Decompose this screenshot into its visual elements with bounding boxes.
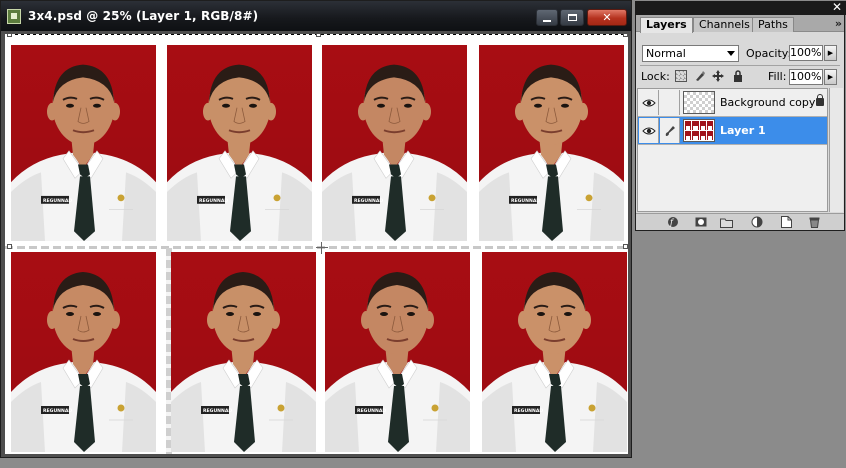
transform-handle[interactable]	[316, 34, 321, 37]
svg-text:REGUNNAD: REGUNNAD	[357, 408, 386, 414]
passport-photo: REGUNNAD	[325, 252, 470, 452]
layer-row-layer-1[interactable]: Layer 1	[638, 117, 827, 145]
fill-input[interactable]: 100%	[789, 69, 823, 85]
layer-list-scrollbar[interactable]	[829, 88, 843, 212]
layer-link-cell[interactable]	[660, 118, 680, 143]
brush-icon	[665, 125, 675, 136]
passport-photo: REGUNNAD	[167, 45, 312, 241]
layer-thumbnail	[683, 119, 715, 142]
new-layer-icon[interactable]	[780, 216, 793, 228]
person-portrait: REGUNNAD	[322, 64, 467, 241]
palette-tabs: Layers Channels Paths »	[636, 15, 844, 33]
svg-text:REGUNNAD: REGUNNAD	[43, 198, 72, 204]
maximize-icon	[567, 14, 577, 21]
opacity-label: Opacity:	[746, 47, 792, 60]
document-canvas[interactable]: REGUNNAD REGUNNAD REGUNNAD REGUNNAD REGUNNAD…	[5, 34, 628, 454]
transform-handle[interactable]	[7, 34, 12, 37]
palette-bottom-bar: f	[636, 213, 844, 230]
passport-photo: REGUNNAD	[11, 45, 156, 241]
blend-mode-select[interactable]: Normal	[642, 45, 739, 62]
svg-text:REGUNNAD: REGUNNAD	[514, 408, 543, 414]
visibility-toggle[interactable]	[639, 118, 659, 143]
lock-label: Lock:	[641, 70, 670, 83]
opacity-slider-button[interactable]: ▶	[824, 45, 837, 61]
passport-photo: REGUNNAD	[322, 45, 467, 241]
blend-mode-value: Normal	[646, 47, 686, 60]
layer-name: Background copy	[720, 96, 816, 109]
person-portrait: REGUNNAD	[167, 64, 312, 241]
delete-layer-icon[interactable]	[808, 216, 821, 228]
person-portrait: REGUNNAD	[11, 272, 156, 452]
layers-palette: ✕ Layers Channels Paths » Normal Opacity…	[635, 0, 846, 231]
opacity-input[interactable]: 100%	[789, 45, 823, 61]
palette-title-bar[interactable]: ✕	[635, 0, 846, 15]
person-portrait: REGUNNAD	[325, 272, 470, 452]
close-icon: ✕	[602, 11, 612, 24]
document-window: 3x4.psd @ 25% (Layer 1, RGB/8#) ✕ REGUNN…	[0, 0, 632, 458]
palette-menu-icon[interactable]: »	[835, 17, 842, 30]
chevron-down-icon	[727, 51, 735, 56]
maximize-button[interactable]	[560, 9, 584, 26]
lock-transparency-icon[interactable]	[675, 70, 687, 82]
layer-style-icon[interactable]: f	[666, 216, 679, 228]
transform-handle[interactable]	[623, 34, 628, 37]
person-portrait: REGUNNAD	[479, 64, 624, 241]
lock-all-icon[interactable]	[732, 70, 744, 82]
document-title-bar[interactable]: 3x4.psd @ 25% (Layer 1, RGB/8#) ✕	[1, 1, 631, 31]
person-portrait: REGUNNAD	[482, 272, 627, 452]
fill-label: Fill:	[768, 70, 787, 83]
divider	[640, 65, 840, 66]
transform-handle[interactable]	[623, 244, 628, 249]
passport-photo: REGUNNAD	[479, 45, 624, 241]
person-portrait: REGUNNAD	[171, 272, 316, 452]
lock-position-icon[interactable]	[712, 70, 724, 82]
layer-link-cell[interactable]	[660, 90, 680, 115]
eye-icon	[641, 99, 656, 106]
close-button[interactable]: ✕	[587, 9, 627, 26]
layer-row-background-copy[interactable]: Background copy	[638, 89, 827, 117]
psd-file-icon	[7, 9, 21, 24]
layer-mask-icon[interactable]	[694, 216, 707, 228]
passport-photo: REGUNNAD	[482, 252, 627, 452]
new-group-icon[interactable]	[720, 216, 733, 228]
svg-text:REGUNNAD: REGUNNAD	[354, 198, 383, 204]
palette-close-icon[interactable]: ✕	[832, 0, 842, 14]
svg-text:REGUNNAD: REGUNNAD	[511, 198, 540, 204]
layer-list: Background copy Layer 1	[637, 88, 828, 212]
tab-layers[interactable]: Layers	[640, 17, 693, 33]
person-portrait: REGUNNAD	[11, 64, 156, 241]
tab-paths[interactable]: Paths	[752, 17, 794, 32]
minimize-button[interactable]	[536, 9, 558, 26]
minimize-icon	[543, 19, 551, 22]
fill-slider-button[interactable]: ▶	[824, 69, 837, 85]
layer-name: Layer 1	[720, 124, 766, 137]
document-title: 3x4.psd @ 25% (Layer 1, RGB/8#)	[28, 9, 259, 23]
eye-icon	[641, 127, 656, 134]
visibility-toggle[interactable]	[639, 90, 659, 115]
adjustment-layer-icon[interactable]	[750, 216, 763, 228]
svg-text:REGUNNAD: REGUNNAD	[203, 408, 232, 414]
passport-photo: REGUNNAD	[11, 252, 156, 452]
transform-handle[interactable]	[7, 244, 12, 249]
lock-pixels-icon[interactable]	[694, 70, 706, 82]
passport-photo: REGUNNAD	[171, 252, 316, 452]
lock-icon	[816, 94, 824, 106]
layer-thumbnail	[683, 91, 715, 114]
tab-channels[interactable]: Channels	[693, 17, 756, 32]
svg-text:REGUNNAD: REGUNNAD	[43, 408, 72, 414]
svg-text:REGUNNAD: REGUNNAD	[199, 198, 228, 204]
